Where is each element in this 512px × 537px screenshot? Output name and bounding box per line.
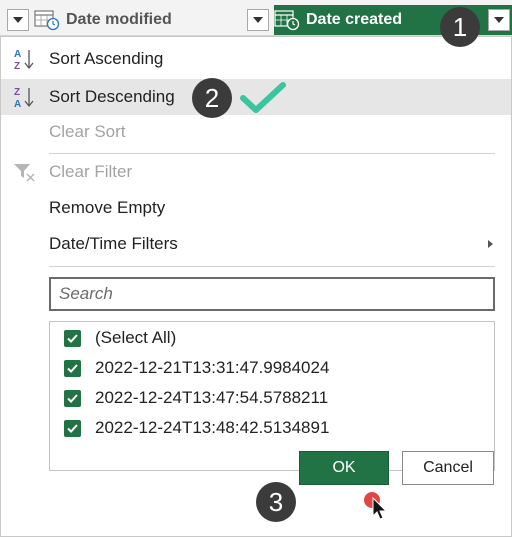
mouse-cursor-icon [372, 497, 388, 520]
menu-separator [49, 266, 495, 267]
menu-item-label: Date/Time Filters [49, 234, 178, 253]
column-filter-dropdown-button-active[interactable] [488, 9, 510, 31]
menu-item-label: Clear Sort [49, 122, 126, 141]
checkbox-checked[interactable] [64, 419, 81, 437]
menu-item-remove-empty[interactable]: Remove Empty [1, 191, 511, 225]
svg-text:Z: Z [14, 87, 20, 98]
chevron-down-icon [13, 17, 23, 23]
list-item[interactable]: 2022-12-24T13:47:54.5788211 [64, 385, 328, 411]
sort-descending-icon: Z A [14, 87, 34, 110]
search-box[interactable] [49, 277, 495, 311]
column-header-row: Date modified Date created [0, 0, 512, 36]
menu-item-label: Clear Filter [49, 162, 133, 181]
check-icon [67, 423, 78, 433]
sort-ascending-icon: A Z [14, 49, 34, 72]
svg-text:A: A [14, 49, 21, 60]
submenu-arrow-icon [488, 240, 493, 248]
search-input[interactable] [51, 279, 493, 309]
menu-item-clear-filter: Clear Filter [1, 155, 511, 189]
column-header-label: Date created [306, 11, 403, 28]
list-item[interactable]: 2022-12-21T13:31:47.9984024 [64, 355, 329, 381]
check-icon [67, 393, 78, 403]
list-item-label: 2022-12-24T13:47:54.5788211 [95, 388, 329, 407]
checkbox-checked[interactable] [64, 359, 81, 377]
list-item-label: 2022-12-24T13:48:42.5134891 [95, 418, 330, 437]
menu-item-label: Sort Descending [49, 87, 175, 106]
check-icon [67, 363, 78, 373]
menu-item-label: Remove Empty [49, 198, 166, 217]
step-badge-2: 2 [192, 78, 232, 118]
menu-separator [49, 153, 495, 154]
step-badge-3: 3 [256, 482, 296, 522]
calendar-clock-icon [274, 10, 300, 31]
checkbox-checked[interactable] [64, 389, 81, 407]
menu-item-date-time-filters[interactable]: Date/Time Filters [1, 227, 511, 261]
menu-item-clear-sort: Clear Sort [1, 115, 511, 149]
menu-item-sort-ascending[interactable]: A Z Sort Ascending [1, 42, 511, 76]
annotation-checkmark-icon [240, 82, 286, 113]
checkbox-checked[interactable] [64, 329, 81, 347]
ok-button[interactable]: OK [299, 451, 389, 485]
svg-text:Z: Z [14, 61, 20, 72]
list-item-select-all[interactable]: (Select All) [64, 325, 176, 351]
column-filter-dropdown-button[interactable] [247, 9, 269, 31]
chevron-down-icon [494, 17, 504, 23]
list-item-label: (Select All) [95, 328, 177, 347]
cancel-button[interactable]: Cancel [402, 451, 494, 485]
clear-filter-icon [14, 164, 35, 182]
check-icon [67, 333, 78, 343]
step-badge-1: 1 [440, 7, 480, 47]
column-filter-dropdown-button[interactable] [7, 9, 29, 31]
filter-values-list[interactable]: (Select All) 2022-12-21T13:31:47.9984024… [49, 321, 495, 471]
list-item-label: 2022-12-21T13:31:47.9984024 [95, 358, 330, 377]
calendar-clock-icon [34, 10, 60, 31]
column-header-label: Date modified [66, 11, 172, 28]
column-header-date-modified[interactable]: Date modified [34, 6, 270, 34]
svg-text:A: A [14, 99, 21, 110]
menu-item-label: Sort Ascending [49, 49, 164, 68]
chevron-down-icon [253, 17, 263, 23]
list-item[interactable]: 2022-12-24T13:48:42.5134891 [64, 415, 329, 441]
